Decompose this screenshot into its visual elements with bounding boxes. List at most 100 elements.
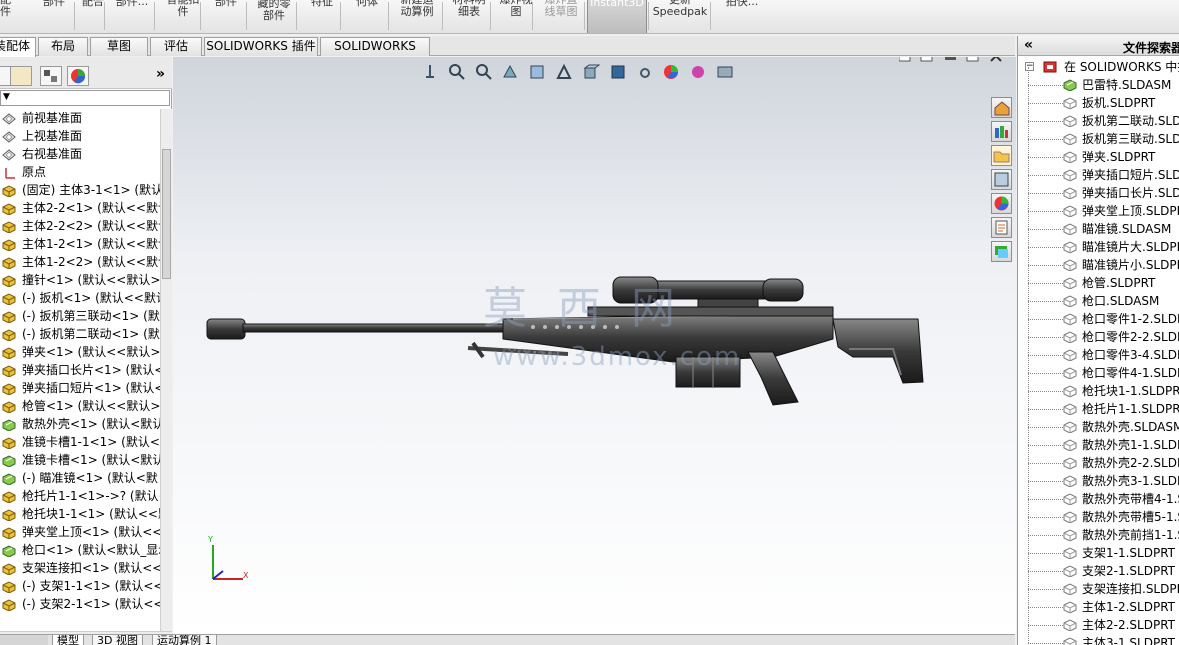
file-item[interactable]: 散热外壳3-1.SLDPRT — [1018, 463, 1179, 490]
file-item[interactable]: 支架1-1.SLDPRT — [1018, 535, 1179, 562]
collapse-panel-button[interactable]: « — [1024, 36, 1033, 54]
tree-line — [1028, 499, 1029, 517]
tree-item[interactable]: (-) 支架2-1<1> (默认<< — [0, 595, 160, 613]
ribbon-button-10[interactable]: 材料明 细表 — [446, 0, 492, 33]
tree-item[interactable]: 弹夹堂上顶<1> (默认<< — [0, 523, 160, 541]
file-item[interactable]: 主体2-2.SLDPRT — [1018, 607, 1179, 634]
ribbon-button-1[interactable]: 部件 — [36, 0, 72, 33]
collapse-toggle[interactable]: − — [1025, 62, 1034, 71]
file-item[interactable]: 散热外壳带槽4-1.SLDPRT — [1018, 481, 1179, 508]
ribbon-button-3[interactable]: 部件... — [110, 0, 154, 33]
tree-item[interactable]: 准镜卡槽<1> (默认<默认 — [0, 451, 160, 469]
tree-item[interactable]: 前视基准面 — [0, 109, 160, 127]
part-icon — [1063, 312, 1077, 326]
tree-item[interactable]: 上视基准面 — [0, 127, 160, 145]
tab-4[interactable]: SOLIDWORKS 插件 — [204, 37, 318, 56]
file-item[interactable]: 瞄准镜片小.SLDPRT — [1018, 247, 1179, 274]
display-manager-tab-icon[interactable] — [67, 66, 89, 86]
file-item[interactable]: 散热外壳前挡1-1.SLDPRT — [1018, 517, 1179, 544]
file-item-label: 弹夹插口短片.SLDPRT — [1082, 168, 1179, 182]
tree-item[interactable]: 准镜卡槽1-1<1> (默认< — [0, 433, 160, 451]
ribbon-button-0[interactable]: 装配 部件 — [0, 0, 14, 33]
part-icon — [1063, 114, 1077, 128]
file-item[interactable]: 巴雷特.SLDASM — [1018, 67, 1179, 94]
ribbon-button-5[interactable]: 部件 — [206, 0, 246, 33]
file-item[interactable]: 枪口零件2-2.SLDPRT — [1018, 319, 1179, 346]
ribbon-button-11[interactable]: 爆炸视 图 — [496, 0, 536, 33]
tree-item[interactable]: 弹夹<1> (默认<<默认>_ — [0, 343, 160, 361]
ribbon-button-8[interactable]: 何体 — [345, 0, 389, 33]
file-item[interactable]: 扳机第二联动.SLDPRT — [1018, 103, 1179, 130]
tree-item[interactable]: 散热外壳<1> (默认<默认 — [0, 415, 160, 433]
tree-item[interactable]: (-) 扳机第三联动<1> (默 — [0, 307, 160, 325]
tree-item[interactable]: 撞针<1> (默认<<默认>_ — [0, 271, 160, 289]
tree-item[interactable]: (-) 扳机第二联动<1> (默 — [0, 325, 160, 343]
tree-item[interactable]: 枪口<1> (默认<默认_显示 — [0, 541, 160, 559]
ribbon-button-7[interactable]: 特征 — [300, 0, 344, 33]
tab-motion-study[interactable]: 运动算例 1 — [152, 635, 217, 645]
ribbon-button-14[interactable]: 更新 Speedpak — [650, 0, 710, 33]
file-item[interactable]: 支架2-1.SLDPRT — [1018, 553, 1179, 580]
file-item[interactable]: 枪口零件4-1.SLDPRT — [1018, 355, 1179, 382]
file-item[interactable]: 主体1-2.SLDPRT — [1018, 589, 1179, 616]
file-item[interactable]: 扳机.SLDPRT — [1018, 85, 1179, 112]
tree-item[interactable]: 枪托片1-1<1>->? (默认< — [0, 487, 160, 505]
tree-item[interactable]: 主体2-2<1> (默认<<默认 — [0, 199, 160, 217]
file-item[interactable]: 枪托块1-1.SLDPRT — [1018, 373, 1179, 400]
configuration-manager-tab-icon[interactable] — [40, 66, 62, 86]
file-item[interactable]: 枪口.SLDASM — [1018, 283, 1179, 310]
tree-item[interactable]: 主体1-2<1> (默认<<默认 — [0, 235, 160, 253]
file-item[interactable]: 散热外壳1-1.SLDPRT — [1018, 427, 1179, 454]
file-item[interactable]: 弹夹.SLDPRT — [1018, 139, 1179, 166]
tree-item[interactable]: (-) 瞄准镜<1> (默认<默 — [0, 469, 160, 487]
tree-item[interactable]: 弹夹插口长片<1> (默认< — [0, 361, 160, 379]
ribbon-button-15[interactable]: 拍快... — [712, 0, 772, 33]
tree-item[interactable]: 枪管<1> (默认<<默认>_ — [0, 397, 160, 415]
tree-item[interactable]: 支架连接扣<1> (默认<< — [0, 559, 160, 577]
tab-0[interactable]: 装配体 — [0, 37, 36, 57]
file-item[interactable]: 枪托片1-1.SLDPRT — [1018, 391, 1179, 418]
tree-filter-dropdown[interactable]: ▼ — [0, 90, 170, 106]
tab-1[interactable]: 布局 — [38, 37, 88, 56]
file-item[interactable]: 枪口零件3-4.SLDPRT — [1018, 337, 1179, 364]
file-item[interactable]: 瞄准镜.SLDASM — [1018, 211, 1179, 238]
tab-2[interactable]: 草图 — [90, 37, 148, 56]
file-item[interactable]: 扳机第三联动.SLDPRT — [1018, 121, 1179, 148]
tree-item[interactable]: (固定) 主体3-1<1> (默认< — [0, 181, 160, 199]
file-item[interactable]: 瞄准镜片大.SLDPRT — [1018, 229, 1179, 256]
tab-3d-views[interactable]: 3D 视图 — [92, 635, 143, 645]
tree-item[interactable]: 枪托块1-1<1> (默认<<默 — [0, 505, 160, 523]
ribbon-button-6[interactable]: 显示隐 藏的零 部件 — [252, 0, 296, 26]
file-item[interactable]: 主体3-1.SLDPRT — [1018, 625, 1179, 645]
expand-panel-button[interactable]: » — [156, 66, 165, 82]
tree-item[interactable]: 弹夹插口短片<1> (默认< — [0, 379, 160, 397]
tree-item[interactable]: 原点 — [0, 163, 160, 181]
property-manager-tab-icon[interactable] — [10, 66, 32, 86]
open-in-solidworks-node[interactable]: − 在 SOLIDWORKS 中打开 — [1018, 58, 1179, 76]
file-item[interactable]: 散热外壳带槽5-1.SLDPRT — [1018, 499, 1179, 526]
tree-item[interactable]: 右视基准面 — [0, 145, 160, 163]
file-item[interactable]: 散热外壳2-2.SLDPRT — [1018, 445, 1179, 472]
tree-item[interactable]: (-) 支架1-1<1> (默认<< — [0, 577, 160, 595]
ribbon-button-12[interactable]: 爆炸直 线草图 — [538, 0, 584, 33]
file-item[interactable]: 弹夹插口短片.SLDPRT — [1018, 157, 1179, 184]
graphics-viewport[interactable]: 莫 西 网 www.3dmox.com Y X — [173, 57, 1016, 635]
tree-vertical-scrollbar[interactable] — [160, 109, 172, 631]
file-item[interactable]: 散热外壳.SLDASM — [1018, 409, 1179, 436]
tab-3[interactable]: 评估 — [150, 37, 202, 56]
ribbon-button-13[interactable]: Instant3D — [587, 0, 647, 33]
tab-5[interactable]: SOLIDWORKS MBD — [320, 37, 430, 70]
tab-scroll-buttons[interactable] — [0, 635, 48, 645]
file-item[interactable]: 弹夹插口长片.SLDPRT — [1018, 175, 1179, 202]
tab-model[interactable]: 模型 — [52, 635, 84, 645]
ribbon-button-9[interactable]: 新建运 动算例 — [392, 0, 442, 33]
tree-item[interactable]: 主体1-2<2> (默认<<默认 — [0, 253, 160, 271]
file-item[interactable]: 枪管.SLDPRT — [1018, 265, 1179, 292]
file-item[interactable]: 枪口零件1-2.SLDPRT — [1018, 301, 1179, 328]
file-item[interactable]: 弹夹堂上顶.SLDPRT — [1018, 193, 1179, 220]
tree-item-label: 撞针<1> (默认<<默认>_ — [22, 273, 160, 287]
tree-item[interactable]: 主体2-2<2> (默认<<默认 — [0, 217, 160, 235]
scrollbar-thumb[interactable] — [162, 149, 171, 279]
tree-item[interactable]: (-) 扳机<1> (默认<<默认 — [0, 289, 160, 307]
file-item[interactable]: 支架连接扣.SLDPRT — [1018, 571, 1179, 598]
